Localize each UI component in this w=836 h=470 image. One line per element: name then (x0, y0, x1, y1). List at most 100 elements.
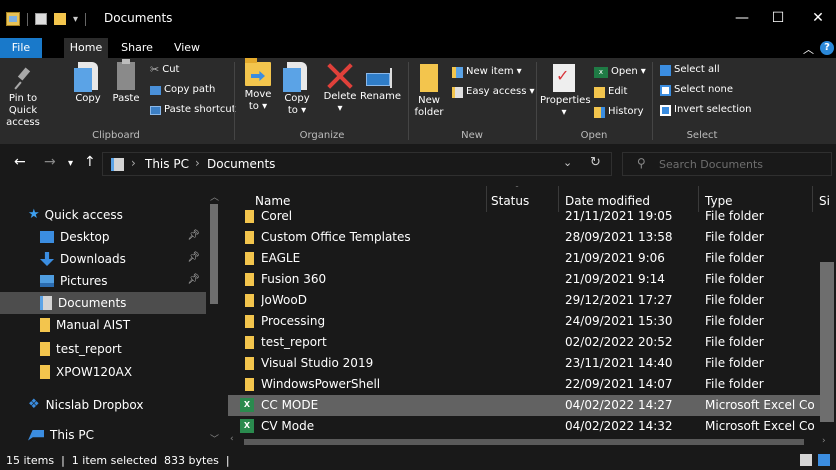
cut-button[interactable]: ✂ Cut (150, 64, 179, 76)
file-type: File folder (705, 251, 764, 265)
nav-item-nicslab-dropbox[interactable]: ❖ Nicslab Dropbox (0, 394, 206, 416)
pin-to-quick-access-button[interactable]: Pin to Quick access (2, 68, 44, 129)
table-row[interactable]: Fusion 360 21/09/2021 9:14 File folder (228, 269, 828, 290)
excel-file-icon: X (240, 398, 254, 412)
nav-scroll-thumb[interactable] (210, 204, 218, 304)
copy-button[interactable]: Copy (72, 62, 104, 105)
easy-access-button[interactable]: Easy access ▾ (452, 86, 534, 98)
details-view-icon[interactable] (800, 454, 812, 466)
new-item-button[interactable]: New item ▾ (452, 66, 522, 78)
collapse-ribbon-icon[interactable]: ︿ (803, 41, 814, 57)
properties-button[interactable]: Properties▾ (540, 64, 591, 119)
select-none-button[interactable]: Select none (660, 84, 733, 96)
table-row[interactable]: X CC MODE 04/02/2022 14:27 Microsoft Excel … (228, 395, 828, 416)
nav-pane-scrollbar[interactable]: ︿ ﹀ (206, 190, 220, 445)
breadcrumb-chevron-icon[interactable]: › (131, 156, 136, 170)
file-type: File folder (705, 314, 764, 328)
scroll-right-icon[interactable]: › (822, 436, 826, 446)
explorer-app-icon[interactable] (6, 12, 20, 26)
folder-icon (245, 210, 254, 223)
move-to-button[interactable]: Move to ▾ (240, 58, 276, 113)
recent-locations-chevron-icon[interactable]: ▾ (68, 157, 73, 171)
close-button[interactable]: ✕ (806, 7, 830, 29)
ribbon: Pin to Quick access Copy Paste ✂ Cut Cop… (0, 58, 836, 144)
history-button[interactable]: History (594, 106, 644, 118)
select-all-button[interactable]: Select all (660, 64, 720, 76)
help-icon[interactable]: ? (820, 41, 834, 55)
file-date-modified: 21/09/2021 9:06 (565, 251, 665, 265)
customize-toolbar-dropdown-icon[interactable]: ▾ (73, 14, 78, 25)
copy-path-button[interactable]: Copy path (150, 84, 215, 96)
nav-item-manual-aist[interactable]: Manual AIST (0, 314, 206, 336)
tab-share[interactable]: Share (116, 38, 158, 58)
nav-item-test-report[interactable]: test_report (0, 338, 206, 360)
nav-item-downloads[interactable]: Downloads 📌︎ (0, 248, 206, 270)
copy-to-icon (283, 62, 307, 92)
file-name: CC MODE (261, 398, 319, 412)
new-folder-button[interactable]: New folder (412, 64, 446, 119)
edit-icon (594, 86, 605, 98)
refresh-icon[interactable]: ↻ (590, 155, 601, 170)
file-list: Name ﹀ Status Date modified Type Si Core… (228, 186, 836, 450)
nav-item-this-pc[interactable]: This PC (0, 424, 206, 446)
star-icon: ★ (28, 207, 40, 222)
copy-to-button[interactable]: Copy to ▾ (280, 62, 314, 117)
back-arrow-icon[interactable]: ← (14, 155, 26, 169)
file-list-scroll-thumb[interactable] (820, 262, 834, 422)
breadcrumb-chevron-icon[interactable]: › (195, 156, 200, 170)
table-row[interactable]: test_report 02/02/2022 20:52 File folder (228, 332, 828, 353)
paste-shortcut-button[interactable]: Paste shortcut (150, 104, 236, 116)
open-button[interactable]: x Open ▾ (594, 66, 646, 78)
scroll-down-icon[interactable]: ﹀ (210, 432, 219, 445)
table-row[interactable]: Processing 24/09/2021 15:30 File folder (228, 311, 828, 332)
address-history-dropdown-icon[interactable]: ⌄ (563, 156, 572, 169)
table-row[interactable]: JoWooD 29/12/2021 17:27 File folder (228, 290, 828, 311)
horizontal-scrollbar[interactable]: ‹ (228, 434, 836, 448)
properties-quick-icon[interactable] (35, 13, 47, 25)
breadcrumb-documents[interactable]: Documents (207, 157, 275, 171)
nav-item-label: XPOW120AX (56, 365, 133, 379)
minimize-button[interactable]: — (730, 7, 754, 29)
search-box[interactable]: ⚲ Search Documents (622, 152, 832, 176)
paste-button[interactable]: Paste (110, 59, 142, 105)
nav-item-quick-access[interactable]: ★ Quick access (0, 204, 206, 226)
select-none-label: Select none (674, 84, 733, 95)
maximize-button[interactable]: ☐ (766, 7, 790, 29)
rename-button[interactable]: Rename (360, 66, 401, 103)
file-date-modified: 21/09/2021 9:14 (565, 272, 665, 286)
move-to-icon (245, 58, 271, 86)
scroll-left-icon[interactable]: ‹ (230, 434, 234, 444)
edit-button[interactable]: Edit (594, 86, 627, 98)
breadcrumb-this-pc[interactable]: This PC (145, 157, 189, 171)
invert-selection-button[interactable]: Invert selection (660, 104, 752, 116)
delete-button[interactable]: Delete ▾ (322, 62, 358, 115)
table-row[interactable]: Corel 21/11/2021 19:05 File folder (228, 206, 828, 227)
file-type: File folder (705, 272, 764, 286)
large-icons-view-icon[interactable] (818, 454, 830, 466)
dropbox-icon: ❖ (28, 397, 40, 412)
nav-item-desktop[interactable]: Desktop 📌︎ (0, 226, 206, 248)
nav-item-documents[interactable]: Documents (0, 292, 206, 314)
up-arrow-icon[interactable]: ↑ (84, 155, 96, 169)
tab-file[interactable]: File (0, 38, 42, 58)
forward-arrow-icon[interactable]: → (44, 155, 56, 169)
nav-item-label: This PC (50, 428, 94, 442)
invert-selection-label: Invert selection (674, 104, 752, 115)
table-row[interactable]: EAGLE 21/09/2021 9:06 File folder (228, 248, 828, 269)
scroll-up-icon[interactable]: ︿ (210, 190, 219, 203)
search-input[interactable]: Search Documents (659, 158, 763, 171)
table-row[interactable]: Visual Studio 2019 23/11/2021 14:40 File f… (228, 353, 828, 374)
file-type: Microsoft Excel Co... (705, 398, 815, 412)
properties-label: Properties (540, 95, 591, 106)
address-bar[interactable]: › This PC › Documents ⌄ ↻ (102, 152, 612, 176)
tab-view[interactable]: View (168, 38, 206, 58)
new-folder-quick-icon[interactable] (54, 13, 66, 25)
table-row[interactable]: Custom Office Templates 28/09/2021 13:58 F… (228, 227, 828, 248)
nav-item-xpow120ax[interactable]: XPOW120AX (0, 361, 206, 383)
nav-item-pictures[interactable]: Pictures 📌︎ (0, 270, 206, 292)
group-divider (408, 62, 409, 140)
folder-icon (245, 357, 254, 370)
horizontal-scroll-thumb[interactable] (244, 439, 804, 445)
table-row[interactable]: WindowsPowerShell 22/09/2021 14:07 File fo… (228, 374, 828, 395)
tab-home[interactable]: Home (64, 38, 108, 58)
